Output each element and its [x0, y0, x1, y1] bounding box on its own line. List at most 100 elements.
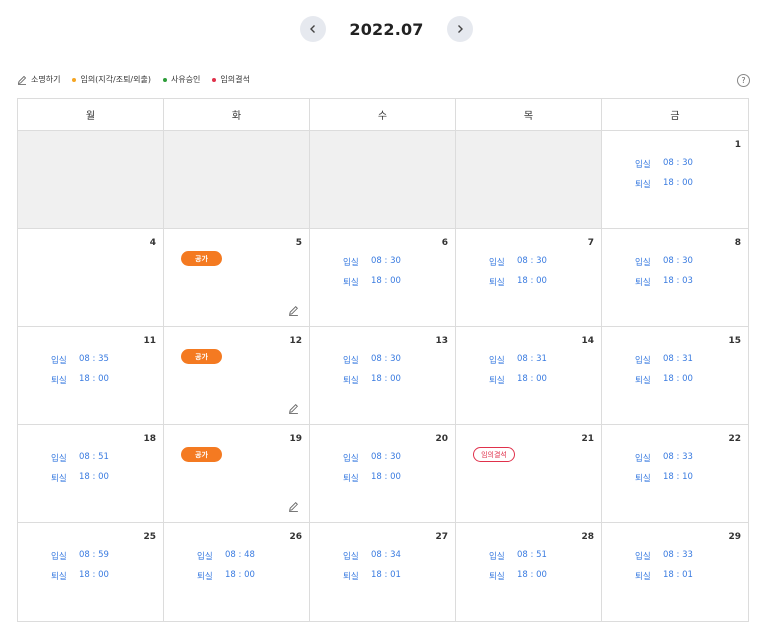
check-out-label: 퇴실	[343, 474, 359, 484]
legend-irregular: 임의(지각/조퇴/외출)	[72, 74, 151, 85]
calendar-body: 1 입실 08 : 30 퇴실 18 : 00 4 5 공가 6 입실 08 : 30 퇴실 18 : …	[18, 131, 748, 621]
check-out-time: 18 : 01	[371, 570, 401, 580]
check-out-row: 퇴실 18 : 00	[489, 374, 547, 386]
day-cell[interactable]: 7 입실 08 : 30 퇴실 18 : 00	[456, 229, 602, 326]
check-in-time: 08 : 34	[371, 550, 401, 560]
check-in-label: 입실	[343, 258, 359, 268]
check-out-label: 퇴실	[51, 376, 67, 386]
check-out-time: 18 : 00	[371, 276, 401, 286]
legend-excused-label: 사유승인	[170, 75, 201, 84]
day-cell[interactable]: 25 입실 08 : 59 퇴실 18 : 00	[18, 523, 164, 621]
day-cell[interactable]: 21 임의결석	[456, 425, 602, 522]
day-cell[interactable]: 28 입실 08 : 51 퇴실 18 : 00	[456, 523, 602, 621]
check-in-time: 08 : 30	[517, 256, 547, 266]
legend-unexcused-label: 임의결석	[220, 75, 250, 84]
chevron-left-icon	[310, 25, 316, 33]
day-cell[interactable]: 6 입실 08 : 30 퇴실 18 : 00	[310, 229, 456, 326]
legend: 소명하기 임의(지각/조퇴/외출) 사유승인 임의결석	[17, 74, 262, 85]
check-in-time: 08 : 30	[371, 256, 401, 266]
check-out-row: 퇴실 18 : 00	[343, 374, 401, 386]
check-out-row: 퇴실 18 : 00	[635, 374, 693, 386]
check-out-time: 18 : 00	[371, 472, 401, 482]
check-in-time: 08 : 31	[517, 354, 547, 364]
prev-month-button[interactable]	[300, 16, 327, 42]
day-number: 4	[149, 238, 156, 248]
day-cell[interactable]: 15 입실 08 : 31 퇴실 18 : 00	[602, 327, 748, 424]
check-out-row: 퇴실 18 : 00	[197, 570, 255, 582]
day-cell[interactable]: 20 입실 08 : 30 퇴실 18 : 00	[310, 425, 456, 522]
check-in-label: 입실	[343, 454, 359, 464]
check-in-label: 입실	[51, 552, 67, 562]
check-out-row: 퇴실 18 : 00	[343, 472, 401, 484]
weekday-fri: 금	[670, 111, 680, 122]
day-cell[interactable]: 13 입실 08 : 30 퇴실 18 : 00	[310, 327, 456, 424]
check-out-row: 퇴실 18 : 00	[51, 570, 109, 582]
day-cell[interactable]: 29 입실 08 : 33 퇴실 18 : 01	[602, 523, 748, 621]
empty-day-cell	[310, 131, 456, 228]
check-out-time: 18 : 10	[663, 472, 693, 482]
check-out-time: 18 : 00	[663, 374, 693, 384]
empty-day-cell	[456, 131, 602, 228]
day-number: 26	[289, 532, 302, 542]
day-cell[interactable]: 18 입실 08 : 51 퇴실 18 : 00	[18, 425, 164, 522]
check-out-time: 18 : 03	[663, 276, 693, 286]
day-cell[interactable]: 8 입실 08 : 30 퇴실 18 : 03	[602, 229, 748, 326]
check-out-label: 퇴실	[51, 474, 67, 484]
day-cell[interactable]: 26 입실 08 : 48 퇴실 18 : 00	[164, 523, 310, 621]
red-dot-icon	[212, 77, 217, 82]
day-cell[interactable]: 4	[18, 229, 164, 326]
day-cell[interactable]: 19 공가	[164, 425, 310, 522]
check-in-label: 입실	[343, 552, 359, 562]
check-in-row: 입실 08 : 35	[51, 354, 109, 366]
next-month-button[interactable]	[446, 16, 473, 42]
green-dot-icon	[162, 77, 167, 82]
check-in-time: 08 : 51	[517, 550, 547, 560]
vacation-badge: 공가	[181, 349, 222, 364]
day-cell[interactable]: 5 공가	[164, 229, 310, 326]
check-in-label: 입실	[489, 356, 505, 366]
day-cell[interactable]: 12 공가	[164, 327, 310, 424]
day-number: 22	[728, 434, 741, 444]
pencil-icon[interactable]	[288, 305, 299, 316]
check-in-label: 입실	[635, 356, 651, 366]
day-cell[interactable]: 22 입실 08 : 33 퇴실 18 : 10	[602, 425, 748, 522]
check-in-row: 입실 08 : 30	[343, 354, 401, 366]
check-out-time: 18 : 00	[79, 570, 109, 580]
check-in-label: 입실	[51, 356, 67, 366]
day-cell[interactable]: 11 입실 08 : 35 퇴실 18 : 00	[18, 327, 164, 424]
check-in-time: 08 : 51	[79, 452, 109, 462]
day-cell[interactable]: 14 입실 08 : 31 퇴실 18 : 00	[456, 327, 602, 424]
check-out-row: 퇴실 18 : 03	[635, 276, 693, 288]
check-out-row: 퇴실 18 : 00	[51, 374, 109, 386]
day-number: 11	[143, 336, 156, 346]
day-number: 25	[143, 532, 156, 542]
check-out-row: 퇴실 18 : 01	[635, 570, 693, 582]
check-out-row: 퇴실 18 : 00	[343, 276, 401, 288]
weekday-header: 월 화 수 목 금	[18, 99, 748, 131]
check-in-time: 08 : 31	[663, 354, 693, 364]
check-out-time: 18 : 00	[517, 570, 547, 580]
check-in-time: 08 : 35	[79, 354, 109, 364]
check-in-row: 입실 08 : 51	[489, 550, 547, 562]
help-icon[interactable]: ?	[737, 74, 750, 87]
check-in-label: 입실	[635, 258, 651, 268]
check-in-row: 입실 08 : 59	[51, 550, 109, 562]
day-cell[interactable]: 1 입실 08 : 30 퇴실 18 : 00	[602, 131, 748, 228]
check-out-row: 퇴실 18 : 00	[489, 276, 547, 288]
day-number: 1	[734, 140, 741, 150]
check-out-label: 퇴실	[635, 278, 651, 288]
absent-badge: 임의결석	[473, 447, 515, 462]
check-in-time: 08 : 48	[225, 550, 255, 560]
check-out-label: 퇴실	[489, 376, 505, 386]
check-in-time: 08 : 30	[663, 256, 693, 266]
check-out-label: 퇴실	[197, 572, 213, 582]
check-in-row: 입실 08 : 51	[51, 452, 109, 464]
pencil-icon[interactable]	[288, 501, 299, 512]
legend-irregular-label: 임의(지각/조퇴/외출)	[80, 75, 151, 84]
check-in-row: 입실 08 : 48	[197, 550, 255, 562]
check-out-row: 퇴실 18 : 00	[489, 570, 547, 582]
check-out-row: 퇴실 18 : 00	[635, 178, 693, 190]
pencil-icon[interactable]	[288, 403, 299, 414]
day-cell[interactable]: 27 입실 08 : 34 퇴실 18 : 01	[310, 523, 456, 621]
check-out-row: 퇴실 18 : 00	[51, 472, 109, 484]
